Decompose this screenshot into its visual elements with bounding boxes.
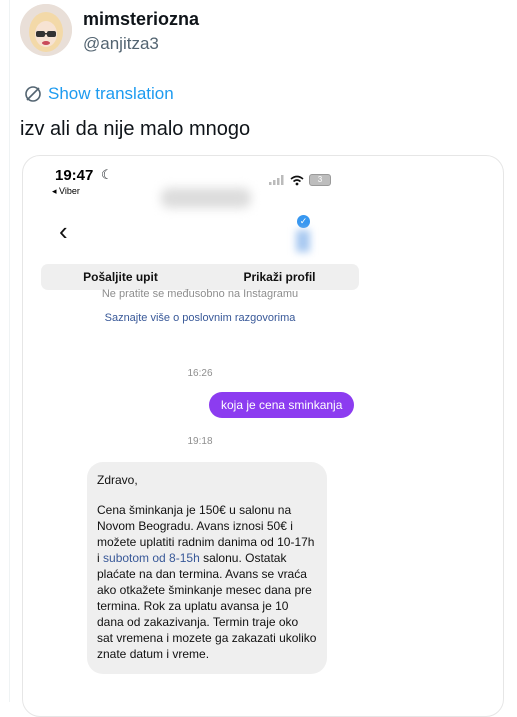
message-timestamp: 16:26 <box>187 368 213 379</box>
moon-icon: ☾ <box>101 167 113 182</box>
left-border <box>0 0 10 702</box>
reply-greeting: Zdravo, <box>97 473 138 487</box>
business-chats-link[interactable]: Saznajte više o poslovnim razgovorima <box>41 312 359 324</box>
tweet: mimsteriozna @anjitza3 Show translation … <box>18 0 508 717</box>
tweet-text: izv ali da nije malo mnogo <box>20 118 251 140</box>
user-name[interactable]: mimsteriozna <box>83 9 199 30</box>
send-request-button[interactable]: Pošaljite upit <box>41 264 200 290</box>
status-icons: 3 <box>269 174 331 186</box>
show-translation-button[interactable]: Show translation <box>24 84 174 104</box>
back-to-app: ◂ Viber <box>52 186 80 196</box>
reply-text: salonu. Ostatak plaćate na dan termina. … <box>97 551 317 661</box>
status-time: 19:47 <box>55 167 94 184</box>
avatar[interactable] <box>20 4 72 56</box>
show-translation-label: Show translation <box>48 84 174 103</box>
not-following-notice: Ne pratite se međusobno na Instagramu <box>101 288 299 300</box>
sent-message-bubble[interactable]: koja je cena sminkanja <box>209 392 355 418</box>
blurred-username <box>161 188 251 208</box>
battery-icon: 3 <box>309 174 331 186</box>
message-timestamp: 19:18 <box>187 436 213 447</box>
wifi-icon <box>290 175 304 185</box>
tweet-media-image[interactable]: 19:47 ☾ ◂ Viber 3 ‹ ✓ Pošaljite upit Pri… <box>22 155 504 717</box>
instagram-dm-screenshot: 19:47 ☾ ◂ Viber 3 ‹ ✓ Pošaljite upit Pri… <box>41 156 359 716</box>
user-handle[interactable]: @anjitza3 <box>83 34 159 54</box>
signal-icon <box>269 175 284 185</box>
reply-body: Cena šminkanja je 150€ u salonu na Novom… <box>97 502 317 662</box>
reply-link[interactable]: subotom od 8-15h <box>103 551 200 565</box>
show-profile-button[interactable]: Prikaži profil <box>200 264 359 290</box>
verified-badge-icon: ✓ <box>297 215 310 228</box>
back-chevron-icon[interactable]: ‹ <box>59 216 68 247</box>
blurred-profile <box>296 230 310 252</box>
translate-icon <box>25 86 41 102</box>
avatar-image-icon <box>20 4 72 56</box>
received-message-bubble[interactable]: Zdravo, Cena šminkanja je 150€ u salonu … <box>87 462 327 674</box>
